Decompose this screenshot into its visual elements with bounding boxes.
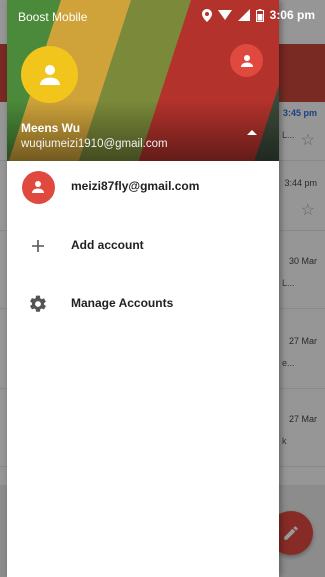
account-name: Meens Wu <box>21 121 81 135</box>
person-icon <box>39 64 60 85</box>
current-account-avatar[interactable] <box>21 46 78 103</box>
status-bar: Boost Mobile 3:06 pm <box>0 0 325 34</box>
status-icons: 3:06 pm <box>201 8 315 22</box>
person-icon <box>240 54 253 67</box>
person-icon <box>32 181 44 193</box>
add-account-item[interactable]: Add account <box>7 222 279 270</box>
manage-accounts-item[interactable]: Manage Accounts <box>7 280 279 328</box>
manage-accounts-label: Manage Accounts <box>71 296 174 310</box>
account-avatar-icon <box>21 170 55 204</box>
wifi-icon <box>217 10 232 20</box>
carrier-name: Boost Mobile <box>18 10 88 24</box>
location-icon <box>201 8 212 22</box>
clock: 3:06 pm <box>269 8 315 22</box>
chevron-up-icon[interactable] <box>245 126 259 138</box>
signal-icon <box>237 9 250 21</box>
account-email: wuqiumeizi1910@gmail.com <box>21 138 168 150</box>
battery-icon <box>255 8 264 22</box>
plus-icon <box>21 229 55 263</box>
account-item[interactable]: meizi87fly@gmail.com <box>7 163 279 211</box>
add-account-label: Add account <box>71 238 144 252</box>
screen: 3:45 pm L... ☆ 3:44 pm ☆ 30 Mar L... 27 … <box>0 0 325 577</box>
other-account-avatar[interactable] <box>230 44 263 77</box>
navigation-drawer: Meens Wu wuqiumeizi1910@gmail.com meizi8… <box>7 0 279 577</box>
account-item-label: meizi87fly@gmail.com <box>71 179 200 193</box>
gear-icon <box>21 287 55 321</box>
